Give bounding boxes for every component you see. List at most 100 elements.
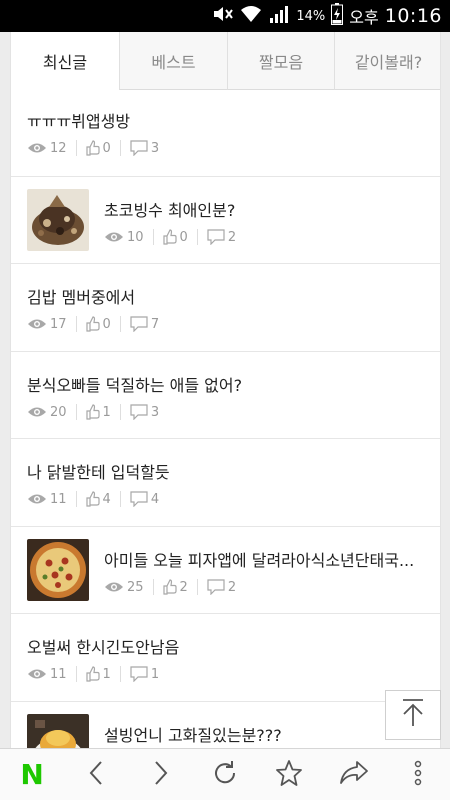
browser-toolbar: N [0,748,450,800]
tab-best[interactable]: 베스트 [119,32,227,90]
status-ampm: 오후 [349,8,379,27]
list-item[interactable]: ㅠㅠㅠ뷔앱생방 12 0 3 [11,90,440,177]
comment-count: 3 [130,140,159,156]
status-time: 10:16 [384,5,442,27]
eye-icon [27,317,47,331]
divider [75,316,77,332]
post-title: 설빙언니 고화질있는분??? [104,726,282,745]
comment-count: 4 [130,491,159,507]
thumbs-up-icon [162,579,177,595]
post-title: 아미들 오늘 피자앱에 달려라아식소년단태국... [104,551,415,570]
comment-icon [130,140,148,156]
battery-percent: 14% [296,8,326,24]
forward-icon [153,760,169,790]
eye-icon [27,141,47,155]
like-count: 2 [162,579,188,595]
post-title: 오벌써 한시긴도안남음 [27,638,180,657]
tab-watch-together[interactable]: 같이볼래? [334,32,440,90]
divider [75,404,77,420]
status-icons: 14% 오후 10:16 [212,0,442,32]
post-thumbnail [27,714,89,748]
divider [196,579,198,595]
view-count: 11 [27,492,67,507]
divider [119,140,121,156]
divider [119,404,121,420]
list-item[interactable]: 아미들 오늘 피자앱에 달려라아식소년단태국... 25 2 2 [11,527,440,614]
post-stats: 20 1 3 [27,404,159,420]
comment-icon [130,316,148,332]
post-list: ㅠㅠㅠ뷔앱생방 12 0 3 초코빙수 최애인분? 10 0 2 김밥 멤버중에… [11,90,440,748]
post-stats: 25 2 2 [104,579,236,595]
status-bar: 14% 오후 10:16 [0,0,450,32]
divider [119,491,121,507]
forward-button[interactable] [136,749,186,800]
comment-icon [207,229,225,245]
list-item[interactable]: 나 닭발한테 입덕할듯 11 4 4 [11,439,440,527]
view-count: 12 [27,141,67,156]
like-count: 0 [85,140,111,156]
content-panel: 최신글 베스트 짤모음 같이볼래? ㅠㅠㅠ뷔앱생방 12 0 3 초코빙수 최애… [10,32,441,748]
back-button[interactable] [71,749,121,800]
eye-icon [27,492,47,506]
tab-latest[interactable]: 최신글 [11,32,119,90]
list-item[interactable]: 김밥 멤버중에서 17 0 7 [11,264,440,352]
divider [152,579,154,595]
like-count: 1 [85,666,111,682]
like-count: 0 [162,229,188,245]
like-count: 1 [85,404,111,420]
thumbs-up-icon [85,666,100,682]
comment-count: 2 [207,229,236,245]
post-title: 분식오빠들 덕질하는 애들 없어? [27,376,243,395]
post-stats: 11 1 1 [27,666,159,682]
list-item[interactable]: 분식오빠들 덕질하는 애들 없어? 20 1 3 [11,352,440,439]
eye-icon [104,230,124,244]
naver-logo: N [20,758,44,791]
comment-icon [207,579,225,595]
bookmark-button[interactable] [264,749,314,800]
eye-icon [27,667,47,681]
post-title: 나 닭발한테 입덕할듯 [27,463,170,482]
thumbs-up-icon [85,316,100,332]
thumbs-up-icon [85,140,100,156]
eye-icon [104,580,124,594]
more-button[interactable] [393,749,443,800]
divider [152,229,154,245]
view-count: 11 [27,667,67,682]
view-count: 25 [104,580,144,595]
refresh-icon [211,759,239,791]
view-count: 20 [27,405,67,420]
eye-icon [27,405,47,419]
divider [75,491,77,507]
post-title: 초코빙수 최애인분? [104,201,236,220]
tab-pics[interactable]: 짤모음 [227,32,334,90]
share-button[interactable] [329,749,379,800]
thumbs-up-icon [85,491,100,507]
divider [75,666,77,682]
list-item[interactable]: 설빙언니 고화질있는분??? [11,702,440,748]
star-icon [275,759,303,791]
divider [119,316,121,332]
thumbs-up-icon [85,404,100,420]
post-stats: 11 4 4 [27,491,159,507]
divider [75,140,77,156]
like-count: 0 [85,316,111,332]
arrow-up-icon [400,698,426,732]
post-thumbnail [27,539,89,601]
list-item[interactable]: 초코빙수 최애인분? 10 0 2 [11,177,440,264]
scroll-top-button[interactable] [385,690,441,740]
more-icon [413,760,423,790]
comment-count: 3 [130,404,159,420]
divider [119,666,121,682]
post-title: 김밥 멤버중에서 [27,288,136,307]
naver-home-button[interactable]: N [7,749,57,800]
divider [196,229,198,245]
list-item[interactable]: 오벌써 한시긴도안남음 11 1 1 [11,614,440,702]
signal-icon [268,4,290,28]
post-stats: 10 0 2 [104,229,236,245]
battery-charging-icon [331,3,344,29]
refresh-button[interactable] [200,749,250,800]
back-icon [88,760,104,790]
post-title: ㅠㅠㅠ뷔앱생방 [27,112,131,131]
comment-icon [130,491,148,507]
wifi-icon [240,4,262,28]
